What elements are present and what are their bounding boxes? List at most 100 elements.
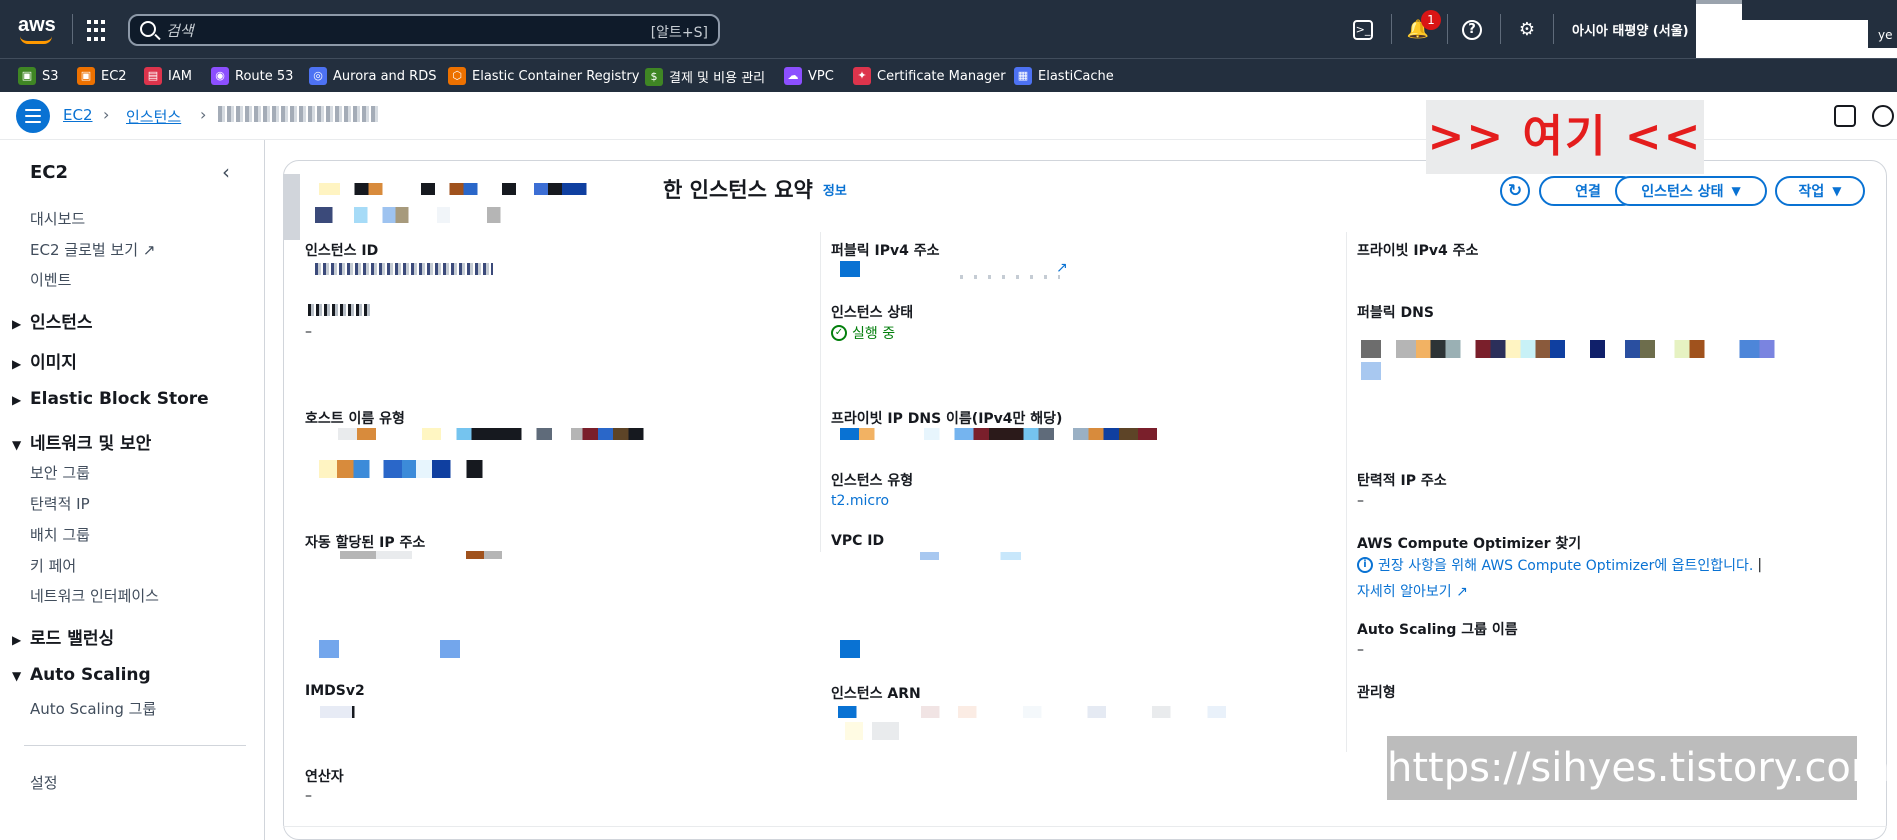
favorite-elasticache[interactable]: ▦ ElastiCache — [1014, 67, 1114, 85]
sidebar-item-dashboard[interactable]: 대시보드 — [30, 208, 85, 229]
caret-right-icon: ▶ — [12, 633, 22, 647]
sidebar-item-key-pairs[interactable]: 키 페어 — [30, 555, 76, 576]
sidebar-section-label: 이미지 — [30, 353, 77, 373]
sidebar-item-events[interactable]: 이벤트 — [30, 269, 71, 290]
caret-down-icon: ▼ — [1832, 184, 1842, 198]
sidebar-section-label: Auto Scaling — [30, 665, 151, 685]
favorite-iam[interactable]: ▤ IAM — [144, 67, 192, 85]
favorite-label: EC2 — [101, 68, 127, 84]
sidebar-item-label: EC2 글로벌 보기 — [30, 241, 139, 259]
cloudshell-icon[interactable]: >_ — [1353, 20, 1373, 40]
sidebar-item-network-interfaces[interactable]: 네트워크 인터페이스 — [30, 585, 159, 606]
public-ipv4-label: 퍼블릭 IPv4 주소 — [831, 243, 940, 259]
learn-more-link[interactable]: 자세히 알아보기 ↗ — [1357, 581, 1468, 601]
region-selector[interactable]: 아시아 태평양 (서울) — [1572, 20, 1689, 39]
search-input[interactable] — [166, 20, 566, 42]
sidebar-section-label: 네트워크 및 보안 — [30, 434, 152, 454]
copy-icon[interactable] — [840, 640, 860, 658]
aws-logo[interactable]: aws — [18, 14, 58, 44]
instance-id-label: 인스턴스 ID — [305, 243, 379, 259]
sidebar-section-images[interactable]: ▶ 이미지 — [12, 348, 77, 373]
user-menu[interactable]: ye — [1878, 28, 1892, 42]
column-divider — [1346, 232, 1347, 752]
split-panel-icon[interactable] — [1834, 105, 1856, 127]
redacted-host-name — [338, 428, 720, 440]
tabs-divider — [283, 826, 1887, 827]
sidebar-item-global-view[interactable]: EC2 글로벌 보기 ↗ — [30, 239, 155, 260]
favorite-ecr[interactable]: ⬡ Elastic Container Registry — [448, 67, 639, 85]
actions-button[interactable]: 작업 ▼ — [1775, 176, 1865, 206]
watermark: https://sihyes.tistory.com — [1387, 736, 1890, 800]
search-box[interactable]: [알트+S] — [128, 14, 720, 46]
offscreen-area: ye — [1696, 0, 1897, 58]
redacted-instance-id — [315, 263, 493, 275]
favorite-rds[interactable]: ◎ Aurora and RDS — [309, 67, 436, 85]
sidebar-section-instances[interactable]: ▶ 인스턴스 — [12, 308, 93, 333]
nav-divider — [72, 14, 73, 44]
caret-right-icon: ▶ — [12, 317, 22, 331]
vpc-id-label: VPC ID — [831, 533, 885, 549]
ec2-icon: ▣ — [77, 67, 95, 85]
sidebar-title: EC2 — [30, 162, 69, 183]
favorite-route53[interactable]: ◉ Route 53 — [211, 67, 293, 85]
redacted-auto-ip — [340, 551, 520, 559]
hamburger-menu-button[interactable] — [16, 99, 50, 133]
nav-divider — [1553, 14, 1554, 44]
nav-divider — [1391, 14, 1392, 44]
instance-state-value: ✓ 실행 중 — [831, 323, 895, 343]
feedback-icon[interactable] — [1872, 105, 1894, 127]
route53-icon: ◉ — [211, 67, 229, 85]
copy-icon[interactable] — [840, 261, 860, 277]
annotation-callout: >> 여기 << — [1426, 100, 1704, 174]
favorite-ec2[interactable]: ▣ EC2 — [77, 67, 127, 85]
check-circle-icon: ✓ — [831, 325, 847, 341]
sidebar-item-placement-groups[interactable]: 배치 그룹 — [30, 524, 90, 545]
help-icon[interactable]: ? — [1462, 20, 1482, 40]
info-link[interactable]: 정보 — [823, 180, 847, 199]
instance-state-button[interactable]: 인스턴스 상태 ▼ — [1615, 176, 1767, 206]
sidebar-section-network[interactable]: ▼ 네트워크 및 보안 — [12, 429, 151, 454]
auto-scaling-group-label: Auto Scaling 그룹 이름 — [1357, 622, 1518, 638]
services-grid-icon[interactable] — [87, 20, 109, 42]
breadcrumb-instances[interactable]: 인스턴스 — [126, 106, 181, 127]
learn-more-text: 자세히 알아보기 — [1357, 584, 1452, 600]
breadcrumb-ec2[interactable]: EC2 — [63, 106, 93, 124]
sidebar-section-load-balancing[interactable]: ▶ 로드 밸런싱 — [12, 624, 114, 649]
external-link-icon: ↗ — [142, 241, 156, 259]
favorite-vpc[interactable]: ☁ VPC — [784, 67, 834, 85]
favorite-s3[interactable]: ▣ S3 — [18, 67, 59, 85]
sidebar-item-security-groups[interactable]: 보안 그룹 — [30, 462, 90, 483]
panel-scrollbar[interactable] — [283, 174, 300, 240]
sidebar-section-auto-scaling[interactable]: ▼ Auto Scaling — [12, 665, 151, 685]
search-icon — [140, 21, 156, 37]
favorite-acm[interactable]: ✦ Certificate Manager — [853, 67, 1006, 85]
instance-type-link[interactable]: t2.micro — [831, 493, 889, 509]
top-navigation: aws [알트+S] >_ 🔔 1 ? ⚙ 아시아 태평양 (서울) ye — [0, 0, 1897, 58]
page-title-text: 한 인스턴스 요약 — [663, 178, 813, 202]
external-link-icon[interactable]: ↗ — [1056, 260, 1068, 276]
redacted-host-name-line2 — [319, 460, 521, 478]
redacted-private-dns — [840, 428, 1222, 440]
sidebar-item-auto-scaling-groups[interactable]: Auto Scaling 그룹 — [30, 698, 156, 719]
aws-smile-icon — [20, 36, 52, 44]
separator: | — [1757, 557, 1763, 573]
favorite-label: VPC — [808, 68, 834, 84]
refresh-button[interactable]: ↻ — [1500, 176, 1530, 206]
favorite-label: Route 53 — [235, 68, 294, 84]
favorite-billing[interactable]: $ 결제 및 비용 관리 — [645, 67, 765, 86]
sidebar-item-settings[interactable]: 설정 — [30, 772, 58, 793]
nav-divider — [1500, 14, 1501, 44]
favorite-label: S3 — [42, 68, 59, 84]
gear-icon[interactable]: ⚙ — [1515, 18, 1539, 42]
chevron-left-icon[interactable]: ‹ — [222, 160, 230, 184]
redacted-title-subtext — [315, 207, 533, 223]
sidebar-section-ebs[interactable]: ▶ Elastic Block Store — [12, 389, 209, 409]
auto-scaling-group-value: – — [1357, 642, 1364, 658]
sidebar-section-label: 인스턴스 — [30, 313, 93, 333]
sidebar-item-elastic-ip[interactable]: 탄력적 IP — [30, 493, 90, 514]
compute-optimizer-link[interactable]: i 권장 사항을 위해 AWS Compute Optimizer에 옵트인합니다… — [1357, 555, 1762, 575]
page-title: 한 인스턴스 요약 정보 — [305, 172, 847, 206]
redacted-instance-arn — [838, 706, 1300, 718]
info-icon: i — [1357, 557, 1373, 573]
chevron-right-icon: › — [200, 105, 207, 124]
